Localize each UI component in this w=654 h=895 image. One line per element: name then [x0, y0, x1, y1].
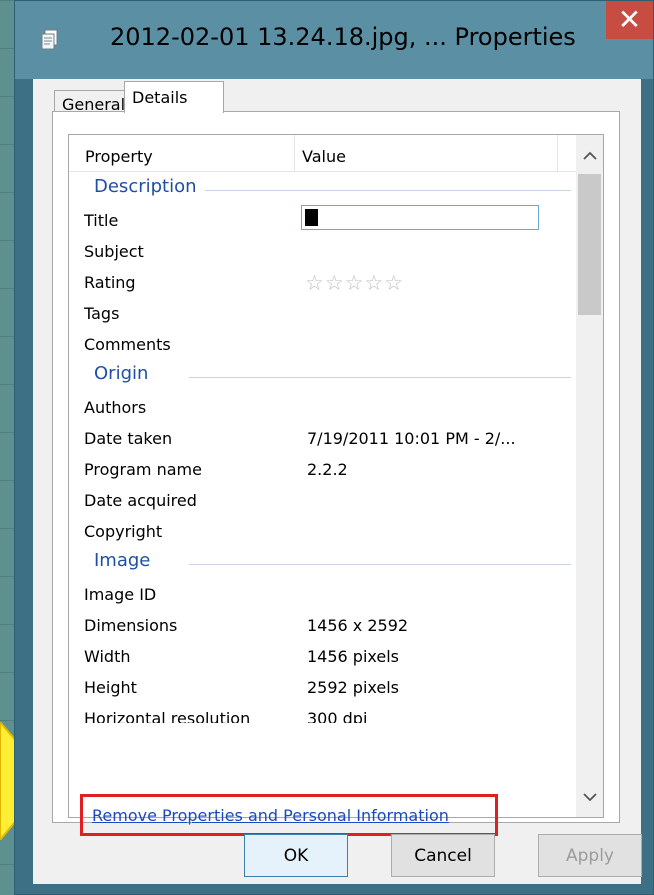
table-row[interactable]: Subject — [69, 236, 581, 267]
group-divider — [189, 377, 571, 378]
property-name: Tags — [84, 304, 120, 323]
group-image: Image — [69, 547, 581, 579]
column-header-value[interactable]: Value — [302, 147, 542, 166]
column-header-property[interactable]: Property — [85, 147, 295, 166]
table-row[interactable]: Copyright — [69, 516, 581, 547]
property-value: 2.2.2 — [307, 460, 348, 479]
table-row[interactable]: Width 1456 pixels — [69, 641, 581, 672]
property-value: 300 dpi — [307, 709, 368, 723]
group-origin: Origin — [69, 360, 581, 392]
rating-stars[interactable]: ☆☆☆☆☆ — [305, 271, 404, 295]
property-name: Authors — [84, 398, 147, 417]
property-name: Height — [84, 678, 137, 697]
property-name: Date taken — [84, 429, 173, 448]
title-input[interactable] — [301, 205, 539, 230]
table-row[interactable]: Dimensions 1456 x 2592 — [69, 610, 581, 641]
group-heading: Description — [94, 176, 205, 197]
table-row[interactable]: Authors — [69, 392, 581, 423]
table-row[interactable]: Horizontal resolution 300 dpi — [69, 703, 581, 723]
table-row[interactable]: Date taken 7/19/2011 10:01 PM - 2/... — [69, 423, 581, 454]
cancel-button[interactable]: Cancel — [391, 834, 495, 877]
vertical-scrollbar[interactable] — [576, 135, 603, 817]
property-name: Dimensions — [84, 616, 178, 635]
property-value: 1456 x 2592 — [307, 616, 409, 635]
group-heading: Image — [94, 550, 159, 571]
apply-button[interactable]: Apply — [538, 834, 642, 877]
table-row[interactable]: Date acquired — [69, 485, 581, 516]
tab-strip: General Details — [33, 79, 641, 114]
window-title: 2012-02-01 13.24.18.jpg, ... Properties — [110, 23, 576, 51]
group-divider — [189, 564, 571, 565]
scrollbar-thumb[interactable] — [578, 174, 601, 315]
property-value: 2592 pixels — [307, 678, 400, 697]
chevron-up-icon[interactable] — [576, 144, 603, 168]
title-bar[interactable]: 2012-02-01 13.24.18.jpg, ... Properties … — [15, 1, 653, 79]
table-row[interactable]: Program name 2.2.2 — [69, 454, 581, 485]
group-divider — [189, 190, 571, 191]
properties-rows: Description Title Subject Rating ☆☆☆☆☆ T… — [69, 173, 581, 723]
table-row[interactable]: Image ID — [69, 579, 581, 610]
properties-list[interactable]: Property Value Description Title Subject… — [68, 134, 604, 818]
column-divider[interactable] — [557, 135, 558, 171]
property-name: Subject — [84, 242, 144, 261]
table-row[interactable]: Tags — [69, 298, 581, 329]
property-name: Copyright — [84, 522, 163, 541]
group-description: Description — [69, 173, 581, 205]
property-value: 7/19/2011 10:01 PM - 2/... — [307, 429, 516, 448]
dialog-buttons: OK Cancel Apply — [33, 826, 642, 886]
remove-properties-link[interactable]: Remove Properties and Personal Informati… — [92, 806, 449, 825]
details-tab-panel: Property Value Description Title Subject… — [52, 111, 620, 836]
property-name: Image ID — [84, 585, 157, 604]
text-caret — [305, 209, 318, 226]
dialog-body: General Details Property Value Descripti… — [33, 79, 642, 886]
list-header: Property Value — [69, 135, 581, 172]
close-button[interactable]: ✕ — [606, 1, 653, 39]
chevron-down-icon[interactable] — [576, 785, 603, 809]
close-icon: ✕ — [617, 3, 642, 36]
table-row[interactable]: Title — [69, 205, 581, 236]
property-name: Comments — [84, 335, 171, 354]
table-row[interactable]: Height 2592 pixels — [69, 672, 581, 703]
column-divider[interactable] — [294, 135, 295, 171]
property-name: Title — [84, 211, 119, 230]
property-name: Width — [84, 647, 131, 666]
group-heading: Origin — [94, 363, 157, 384]
property-name: Rating — [84, 273, 136, 292]
tab-details[interactable]: Details — [124, 81, 224, 113]
tab-details-label: Details — [132, 88, 188, 107]
properties-dialog: 2012-02-01 13.24.18.jpg, ... Properties … — [14, 0, 654, 895]
file-properties-icon — [41, 29, 58, 50]
property-name: Program name — [84, 460, 202, 479]
table-row[interactable]: Rating ☆☆☆☆☆ — [69, 267, 581, 298]
property-name: Date acquired — [84, 491, 197, 510]
ok-button[interactable]: OK — [244, 834, 348, 877]
property-name: Horizontal resolution — [84, 709, 251, 723]
property-value: 1456 pixels — [307, 647, 400, 666]
table-row[interactable]: Comments — [69, 329, 581, 360]
